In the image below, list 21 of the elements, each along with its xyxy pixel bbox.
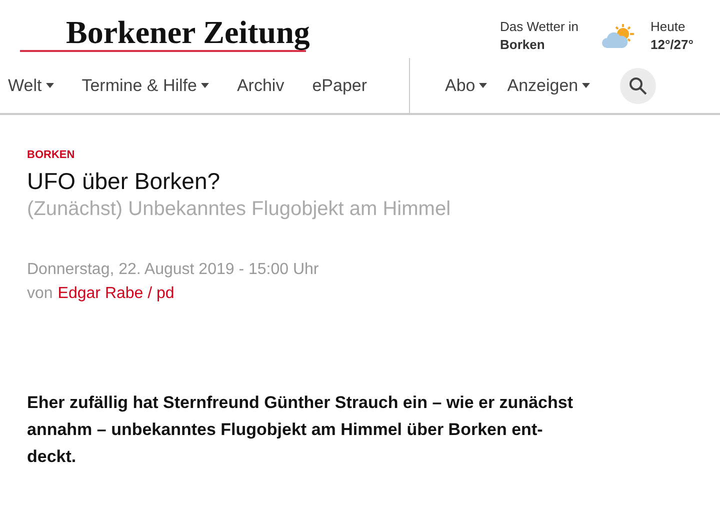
article-date: Donnerstag, 22. August 2019 - 15:00 Uhr — [27, 260, 319, 280]
sun-cloud-icon — [600, 24, 635, 50]
nav-link[interactable]: ePaper — [312, 72, 368, 98]
nav-link[interactable]: Abo — [445, 72, 488, 98]
weather-caption: Das Wetter in — [500, 18, 579, 36]
nav-link[interactable]: Termine & Hilfe — [82, 72, 209, 98]
site-logo[interactable]: Borkener Zeitung — [66, 14, 310, 50]
article-subtitle: (Zunächst) Unbekanntes Flugobjekt am Himmel — [27, 197, 451, 222]
weather-temperature: 12°/27° — [650, 36, 694, 54]
byline-prefix: von — [27, 284, 53, 304]
nav-link[interactable]: Archiv — [236, 72, 284, 98]
search-icon — [629, 76, 648, 94]
weather-place: Borken — [500, 36, 546, 54]
weather-day: Heute — [650, 18, 694, 36]
section-label[interactable]: BORKEN — [27, 148, 75, 162]
article-title: UFO über Borken? — [27, 167, 220, 196]
nav-link[interactable]: Anzeigen — [507, 72, 590, 98]
article-lead: Eher zufällig hat Sternfreund Günther Strauch ein – wie er zunächst annahm – unbekanntes Flugobjekt am Himmel über Borken ent- deckt. — [27, 392, 574, 468]
search-button[interactable] — [620, 68, 656, 104]
nav-link[interactable]: Welt — [8, 72, 54, 98]
author-link[interactable]: Edgar Rabe / pd — [58, 283, 174, 305]
